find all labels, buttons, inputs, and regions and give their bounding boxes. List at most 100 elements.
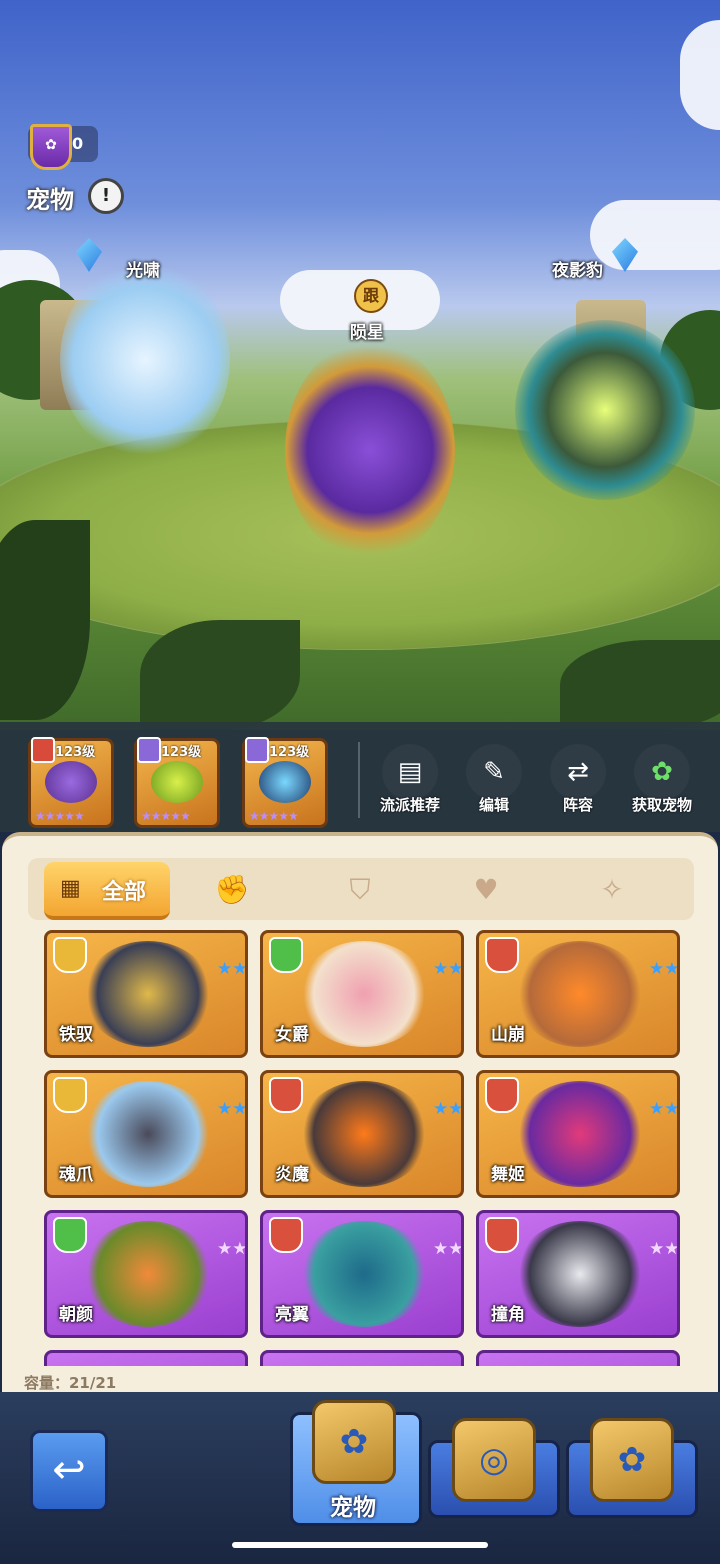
pet-card[interactable]: ★★★★★ 魂爪 xyxy=(44,1070,248,1198)
role-icon xyxy=(53,937,87,973)
edit-button[interactable]: ✎ 编辑 xyxy=(454,744,534,815)
pet-card-name: 舞姬 xyxy=(491,1165,525,1185)
pet-card[interactable] xyxy=(260,1350,464,1366)
pet-card[interactable]: ★★★★★ 山崩 xyxy=(476,930,680,1058)
role-icon xyxy=(269,937,303,973)
role-icon xyxy=(53,1217,87,1253)
pet-card[interactable] xyxy=(476,1350,680,1366)
pet-card-name: 朝颜 xyxy=(59,1305,93,1325)
page-title: 宠物 xyxy=(26,186,74,214)
divider xyxy=(358,742,360,818)
slot-level: 123级 xyxy=(55,745,96,760)
grid-icon: ▦ xyxy=(60,876,81,901)
pet-card-name: 女爵 xyxy=(275,1025,309,1045)
pet-yunxing[interactable] xyxy=(285,340,455,560)
role-icon xyxy=(485,937,519,973)
pet-card[interactable]: ★★★★★ 撞角 xyxy=(476,1210,680,1338)
nav-tab-pets-label: 宠物 xyxy=(330,1495,376,1521)
pet-portrait xyxy=(83,941,213,1047)
pet-card[interactable]: ★★★★★ 舞姬 xyxy=(476,1070,680,1198)
action-label: 流派推荐 xyxy=(379,796,440,814)
star-rating: ★★★★★ xyxy=(433,1099,464,1119)
pet-card-name: 山崩 xyxy=(491,1025,525,1045)
pet-card-name: 亮翼 xyxy=(275,1305,309,1325)
trophy-icon[interactable]: ✿ xyxy=(30,124,72,170)
star-rating: ★★★★★ xyxy=(217,959,248,979)
magic-icon[interactable]: ✧ xyxy=(592,870,632,910)
pet-name-yunxing: 陨星 xyxy=(350,323,384,343)
star-rating: ★★★★★ xyxy=(649,1239,680,1259)
pet-portrait xyxy=(83,1081,213,1187)
trophy-count: 0 xyxy=(72,134,84,153)
crystal-icon xyxy=(76,238,102,272)
star-rating: ★★★★★ xyxy=(217,1239,248,1259)
pet-portrait xyxy=(259,761,311,803)
pet-card[interactable]: ★★★★★ 亮翼 xyxy=(260,1210,464,1338)
action-label: 编辑 xyxy=(478,796,509,814)
pet-portrait xyxy=(515,941,645,1047)
recommend-build-button[interactable]: ▤ 流派推荐 xyxy=(370,744,450,815)
capacity-label: 容量：21/21 xyxy=(24,1374,117,1392)
pet-card-name: 铁驭 xyxy=(59,1025,93,1045)
team-slot-1[interactable]: 123级 ★★★★★ xyxy=(28,737,114,828)
magic-role-icon xyxy=(137,737,161,763)
attack-icon[interactable]: ✊ xyxy=(212,870,252,910)
lineup-button[interactable]: ⇄ 阵容 xyxy=(538,744,618,815)
team-slot-2[interactable]: 123级 ★★★★★ xyxy=(134,737,220,828)
slot-level: 123级 xyxy=(161,745,202,760)
pet-card[interactable]: ★★★★★ 铁驭 xyxy=(44,930,248,1058)
slot-stars: ★★★★★ xyxy=(249,809,299,823)
action-label: 阵容 xyxy=(562,796,593,814)
star-rating: ★★★★★ xyxy=(649,959,680,979)
pet-portrait xyxy=(83,1221,213,1327)
role-icon xyxy=(485,1217,519,1253)
swirl-icon: ◎ xyxy=(452,1418,536,1502)
pet-grid: ★★★★★铁驭★★★★★女爵★★★★★山崩★★★★★魂爪★★★★★炎魔★★★★★… xyxy=(44,930,680,1366)
role-icon xyxy=(269,1077,303,1113)
role-icon xyxy=(485,1077,519,1113)
pet-portrait xyxy=(299,1081,429,1187)
star-rating: ★★★★★ xyxy=(649,1099,680,1119)
get-pets-button[interactable]: ✿ 获取宠物 xyxy=(622,744,702,815)
role-icon xyxy=(53,1077,87,1113)
paw-icon: ✿ xyxy=(634,744,690,800)
paw-icon: ✿ xyxy=(312,1400,396,1484)
team-slot-3[interactable]: 123级 ★★★★★ xyxy=(242,737,328,828)
slot-level: 123级 xyxy=(269,745,310,760)
pet-card[interactable]: ★★★★★ 女爵 xyxy=(260,930,464,1058)
home-indicator xyxy=(232,1542,488,1548)
pencil-icon: ✎ xyxy=(466,744,522,800)
pet-card[interactable]: ★★★★★ 朝颜 xyxy=(44,1210,248,1338)
pet-yeyingbao[interactable] xyxy=(515,320,695,500)
tab-all-label: 全部 xyxy=(102,880,147,905)
pet-arena-scene: 光啸 跟 陨星 夜影豹 xyxy=(0,0,720,730)
pet-portrait xyxy=(299,1221,429,1327)
pet-card[interactable]: ★★★★★ 炎魔 xyxy=(260,1070,464,1198)
star-rating: ★★★★★ xyxy=(217,1099,248,1119)
pet-card-name: 魂爪 xyxy=(59,1165,93,1185)
scroll-icon: ▤ xyxy=(382,744,438,800)
pet-name-yeyingbao: 夜影豹 xyxy=(552,261,603,281)
attack-role-icon xyxy=(31,737,55,763)
pet-card-name: 炎魔 xyxy=(275,1165,309,1185)
pet-card[interactable] xyxy=(44,1350,248,1366)
book-icon: ✿ xyxy=(590,1418,674,1502)
slot-stars: ★★★★★ xyxy=(141,809,191,823)
pet-name-guangxiao: 光啸 xyxy=(126,261,160,281)
pet-portrait xyxy=(515,1081,645,1187)
swap-icon: ⇄ xyxy=(550,744,606,800)
back-button[interactable]: ↩ xyxy=(30,1430,108,1512)
tab-all[interactable]: ▦ 全部 xyxy=(44,862,170,920)
info-icon[interactable]: ! xyxy=(88,178,124,214)
pet-portrait xyxy=(45,761,97,803)
shield-icon[interactable]: ⛉ xyxy=(340,870,380,910)
action-label: 获取宠物 xyxy=(631,796,692,814)
star-rating: ★★★★★ xyxy=(433,959,464,979)
heart-icon[interactable]: ♥ xyxy=(466,870,506,910)
pet-portrait xyxy=(515,1221,645,1327)
star-rating: ★★★★★ xyxy=(433,1239,464,1259)
pet-portrait xyxy=(299,941,429,1047)
pet-guangxiao[interactable] xyxy=(60,260,230,460)
role-icon xyxy=(269,1217,303,1253)
slot-stars: ★★★★★ xyxy=(35,809,85,823)
